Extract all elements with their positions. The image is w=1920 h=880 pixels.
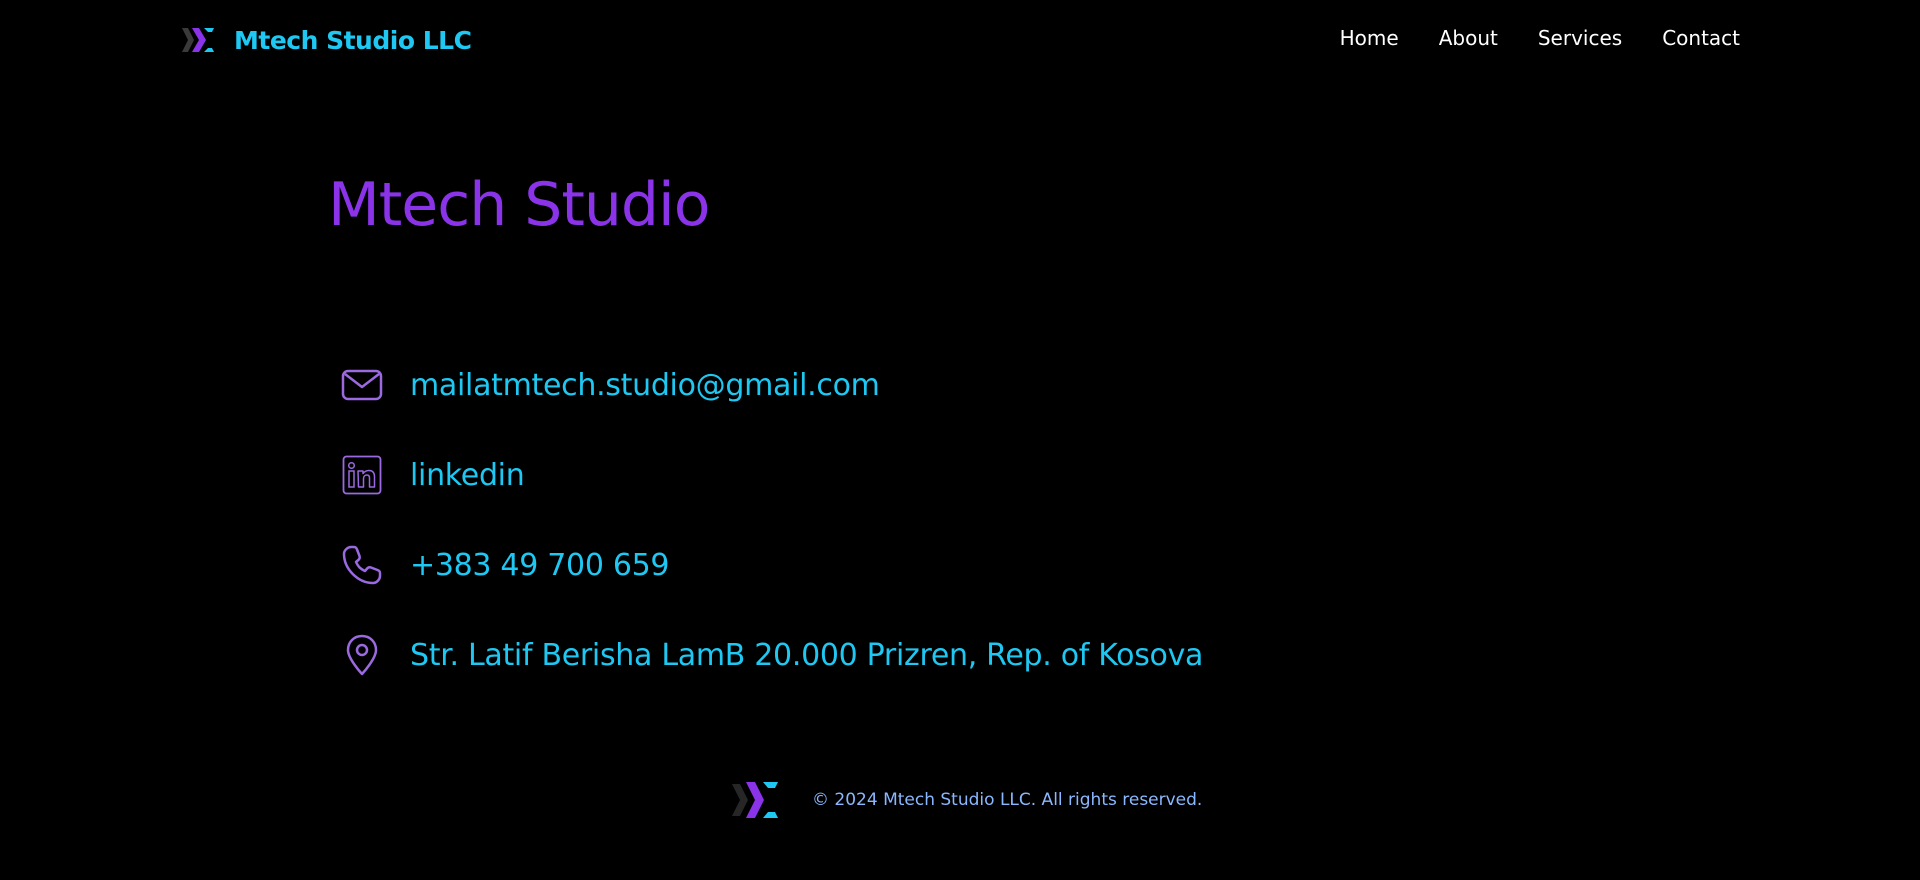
linkedin-icon [340,453,384,497]
nav-item-contact[interactable]: Contact [1662,26,1740,50]
page: Mtech Studio LLC Home About Services Con… [0,0,1920,880]
mail-icon [340,363,384,407]
main-nav: Home About Services Contact [1340,26,1740,50]
footer-logo-icon [732,782,778,818]
brand-logo-icon [182,28,214,52]
contact-list: mailatmtech.studio@gmail.com linkedin +3… [340,340,1203,700]
nav-item-home[interactable]: Home [1340,26,1399,50]
email-link[interactable]: mailatmtech.studio@gmail.com [410,368,880,403]
contact-item-phone: +383 49 700 659 [340,520,1203,610]
site-footer: © 2024 Mtech Studio LLC. All rights rese… [732,778,1202,822]
contact-item-email: mailatmtech.studio@gmail.com [340,340,1203,430]
brand-link[interactable]: Mtech Studio LLC [182,22,472,58]
phone-icon [340,543,384,587]
footer-copyright: © 2024 Mtech Studio LLC. All rights rese… [812,790,1203,810]
location-pin-icon [340,633,384,677]
brand-name: Mtech Studio LLC [234,25,472,55]
nav-item-about[interactable]: About [1439,26,1498,50]
site-header: Mtech Studio LLC Home About Services Con… [0,0,1920,80]
contact-item-address: Str. Latif Berisha LamB 20.000 Prizren, … [340,610,1203,700]
address-text: Str. Latif Berisha LamB 20.000 Prizren, … [410,637,1204,673]
contact-item-linkedin: linkedin [340,430,1203,520]
nav-item-services[interactable]: Services [1538,26,1622,50]
phone-link[interactable]: +383 49 700 659 [410,548,670,583]
linkedin-link[interactable]: linkedin [410,458,525,493]
page-title: Mtech Studio [328,170,710,240]
